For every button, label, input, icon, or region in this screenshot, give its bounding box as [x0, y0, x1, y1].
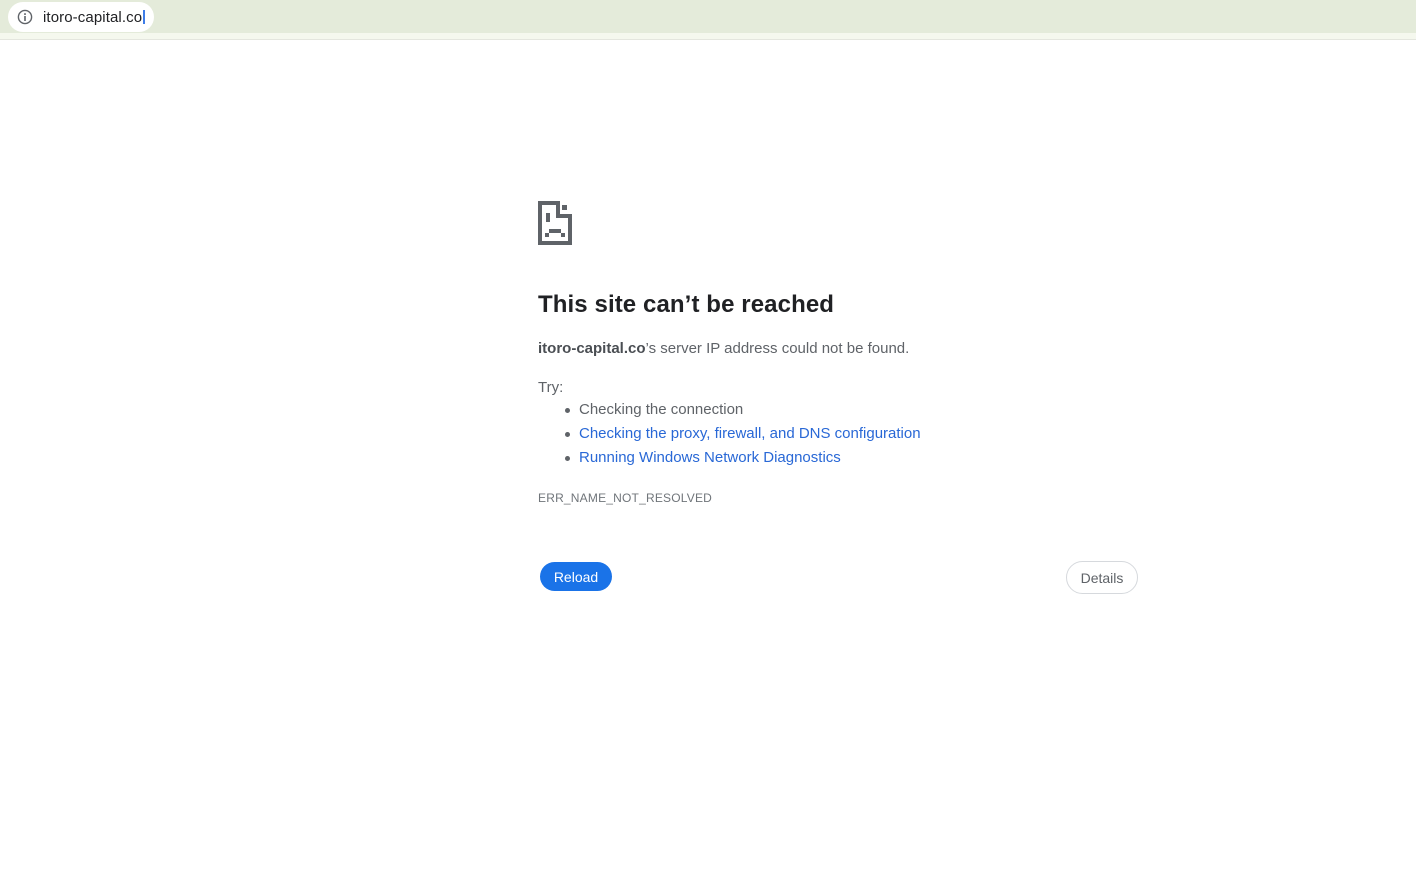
info-icon[interactable]	[14, 6, 36, 28]
error-code: ERR_NAME_NOT_RESOLVED	[538, 491, 712, 505]
details-button[interactable]: Details	[1066, 561, 1138, 594]
url-text[interactable]: itoro-capital.co	[43, 9, 142, 26]
suggestion-item-connection: Checking the connection	[538, 398, 921, 422]
try-label: Try:	[538, 379, 563, 396]
error-subtitle: itoro-capital.co’s server IP address cou…	[538, 340, 909, 357]
suggestion-list: Checking the connection Checking the pro…	[538, 398, 921, 470]
reload-button[interactable]: Reload	[540, 562, 612, 591]
page-title: This site can’t be reached	[538, 291, 834, 319]
error-subtitle-domain: itoro-capital.co	[538, 340, 646, 357]
text-caret	[143, 10, 145, 24]
suggestion-text: Checking the connection	[579, 401, 743, 418]
address-bar[interactable]: itoro-capital.co	[8, 2, 154, 32]
suggestion-link-text[interactable]: Checking the proxy, firewall, and DNS co…	[579, 425, 921, 442]
suggestion-link-text[interactable]: Running Windows Network Diagnostics	[579, 449, 841, 466]
sad-file-icon	[535, 199, 576, 247]
suggestion-item-diagnostics-link[interactable]: Running Windows Network Diagnostics	[538, 446, 921, 470]
error-subtitle-rest: ’s server IP address could not be found.	[646, 340, 910, 357]
suggestion-item-proxy-link[interactable]: Checking the proxy, firewall, and DNS co…	[538, 422, 921, 446]
error-page: This site can’t be reached itoro-capital…	[538, 0, 1138, 872]
